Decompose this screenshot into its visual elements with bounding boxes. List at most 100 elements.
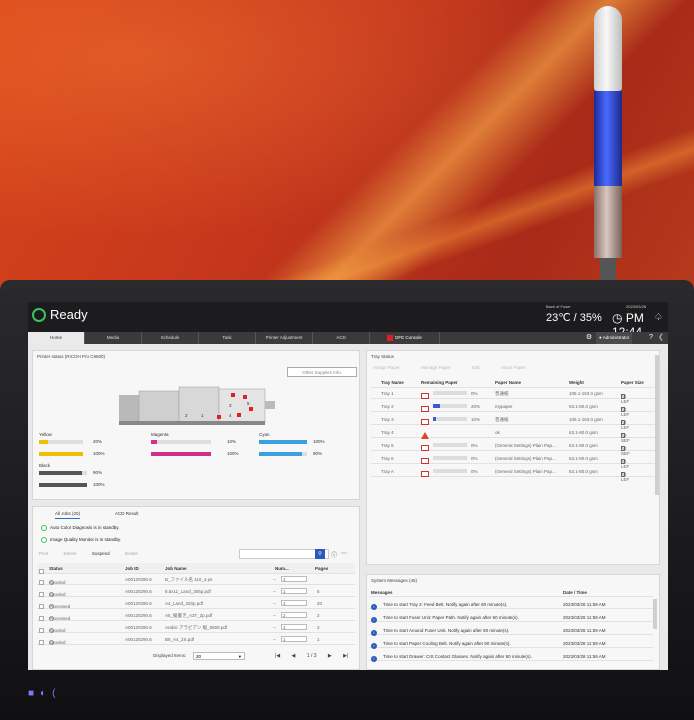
copies-input[interactable]: 1 [281, 624, 307, 630]
message-row[interactable]: i Time to start Paper Cooling Belt. Notif… [369, 638, 653, 649]
tray-icon [421, 471, 429, 477]
first-page-icon[interactable]: |◀ [275, 653, 280, 659]
job-pages: 5 [317, 589, 320, 594]
suspend-button[interactable]: Suspend [92, 551, 110, 556]
copies-input[interactable]: 1 [281, 576, 307, 582]
copies-input[interactable]: 1 [281, 636, 307, 642]
tray-pct: 0% [471, 456, 478, 461]
jobs-panel: All Jobs (20) ACD Result Auto Color Diag… [32, 506, 360, 670]
waste-black-fill [39, 483, 87, 487]
acd-status-text: Auto Color Diagnosis is in standby. [50, 525, 120, 531]
tab-dfe-console[interactable]: DFE Console [370, 332, 440, 344]
brightness-icon[interactable]: ◐ [40, 688, 46, 699]
fuser-value: 23℃ / 35% [546, 312, 602, 324]
displayed-items-select[interactable]: 20 ▾ [193, 652, 245, 660]
col-job-name[interactable]: Job Name [165, 566, 187, 571]
fuser-label: Back of Fuser [546, 304, 571, 309]
tray-weight: 63.1-80.0 gsm [569, 404, 598, 409]
message-text: Time to start Drawer: CIS Contact Glasse… [383, 654, 532, 659]
next-page-icon[interactable]: ▶ [328, 653, 332, 659]
col-num[interactable]: Num... [275, 566, 289, 571]
tray-pct: 0% [471, 469, 478, 474]
tray-row[interactable]: Tray 1 0% 普通紙 105.1-163.0 gsm A4 LEF [371, 388, 655, 404]
system-messages-panel: System Messages (45) Messages Date / Tim… [366, 574, 660, 670]
tray-icon [421, 406, 429, 412]
copies-input[interactable]: 1 [281, 588, 307, 594]
minus-icon[interactable]: − [273, 601, 276, 606]
tab-task[interactable]: Task [199, 332, 256, 344]
tray-scrollbar[interactable] [655, 355, 659, 495]
power-icon[interactable]: ■ [28, 688, 34, 699]
table-row[interactable]: Processed A00120290.6 A4_Land_320p.pdf −1 20 [37, 598, 355, 609]
table-row[interactable]: Spooled A00120290.6 Arabic アラビアン 縦_5809.pd… [37, 622, 355, 633]
displayed-items-label: Displayed Items: [153, 653, 187, 658]
search-icon[interactable]: ⚲ [315, 549, 325, 559]
tray-pct: 0% [471, 443, 478, 448]
tray-icon [421, 419, 429, 425]
tray-row[interactable]: Tray 5 0% (General Settings) Plain Pap... 6… [371, 440, 655, 456]
collapse-icon[interactable]: ❮ [658, 332, 666, 344]
tray-row[interactable]: Tray 6 0% (General Settings) Plain Pap... 6… [371, 453, 655, 469]
messages-scrollbar[interactable] [653, 599, 657, 629]
delete-job-button[interactable]: Delete [125, 551, 138, 556]
system-messages-title: System Messages (45) [371, 578, 418, 583]
tray-row[interactable]: Tray A 0% (General Settings) Plain Pap... 6… [371, 466, 655, 482]
tray-name: Tray 5 [381, 443, 394, 448]
dfe-icon [387, 334, 394, 341]
other-supplies-button[interactable]: Other Supplies Info. [287, 367, 357, 377]
stock-paper-button[interactable]: Stock Paper [501, 365, 526, 370]
minus-icon[interactable]: − [273, 625, 276, 630]
help-icon[interactable]: ? [646, 332, 656, 344]
minus-icon[interactable]: − [273, 577, 276, 582]
minus-icon[interactable]: − [273, 589, 276, 594]
tray-row[interactable]: Tray 2 20% mypaper 63.1-80.0 gsm A4 LEF [371, 401, 655, 417]
message-date: 2023/03/28 11:59 AM [563, 628, 606, 633]
message-row[interactable]: i Time to start Drawer: CIS Contact Glass… [369, 651, 653, 662]
tray-row[interactable]: Tray 3 10% 普通紙 105.1-163.0 gsm A4 LEF [371, 414, 655, 430]
info-icon[interactable]: ⓘ [331, 550, 337, 559]
manage-paper-button[interactable]: Manage Paper [421, 365, 451, 370]
tab-schedule[interactable]: Schedule [142, 332, 199, 344]
table-row[interactable]: Spooled A00120290.6 8.5x11_Land_305p.pdf −1… [37, 586, 355, 597]
more-icon[interactable]: ⋯ [341, 550, 347, 557]
tray-row[interactable]: Tray 4 ok 63.1-80.0 gsm A3 SEF [371, 427, 655, 443]
toner-yellow-bar [39, 440, 83, 444]
menu-icon[interactable]: ( [52, 688, 55, 699]
edit-button[interactable]: Edit [472, 365, 480, 370]
delete-button[interactable]: Delete [64, 551, 77, 556]
minus-icon[interactable]: − [273, 613, 276, 618]
col-status[interactable]: Status [49, 566, 63, 571]
copies-input[interactable]: 2 [281, 612, 307, 618]
tab-all-jobs[interactable]: All Jobs (20) [55, 511, 81, 519]
assign-paper-button[interactable]: Assign Paper [373, 365, 400, 370]
table-row[interactable]: Spooled A00120290.6 B_ファイル名 110_4.ps −1 [37, 574, 355, 585]
last-page-icon[interactable]: ▶| [343, 653, 348, 659]
waste-cyan-pct: 90% [313, 451, 323, 456]
copies-input[interactable]: 1 [281, 600, 307, 606]
table-row[interactable]: Processed A00120290.6 A5_縦書き_A3T_2p.pdf −2 2 [37, 610, 355, 621]
gear-icon[interactable]: ⚙ [583, 332, 595, 344]
toner-magenta-label: Magenta [151, 432, 169, 437]
tray-paper-name: (General Settings) Plain Pap... [495, 456, 556, 461]
message-row[interactable]: i Time to start Around Fuser Unit. Notify… [369, 625, 653, 636]
user-menu[interactable]: ● Administrator [596, 332, 633, 344]
bell-icon[interactable]: ♤ [654, 312, 663, 323]
tab-media[interactable]: Media [85, 332, 142, 344]
tab-printer-adjustment[interactable]: Printer Adjustment [256, 332, 313, 344]
print-button[interactable]: Print [39, 551, 48, 556]
message-row[interactable]: i Time to start Tray 2: Feed Belt. Notify… [369, 599, 653, 610]
job-status-text: Processed [49, 604, 71, 609]
table-row[interactable]: Spooled A00120290.6 B5_A4_2S.pdf −1 1 [37, 634, 355, 645]
message-row[interactable]: i Time to start Fuser Unit: Paper Path. N… [369, 612, 653, 623]
ready-status-text: Ready [50, 307, 88, 322]
waste-magenta-pct: 100% [227, 451, 239, 456]
minus-icon[interactable]: − [273, 637, 276, 642]
col-pages[interactable]: Pages [315, 566, 328, 571]
tab-acd[interactable]: ACD [313, 332, 370, 344]
tray-name: Tray 2 [381, 404, 394, 409]
tab-acd-result[interactable]: ACD Result [115, 511, 139, 518]
col-job-id[interactable]: Job ID [125, 566, 139, 571]
job-pages: 20 [317, 601, 323, 606]
prev-page-icon[interactable]: ◀ [292, 653, 296, 659]
tab-home[interactable]: Home [28, 332, 85, 344]
